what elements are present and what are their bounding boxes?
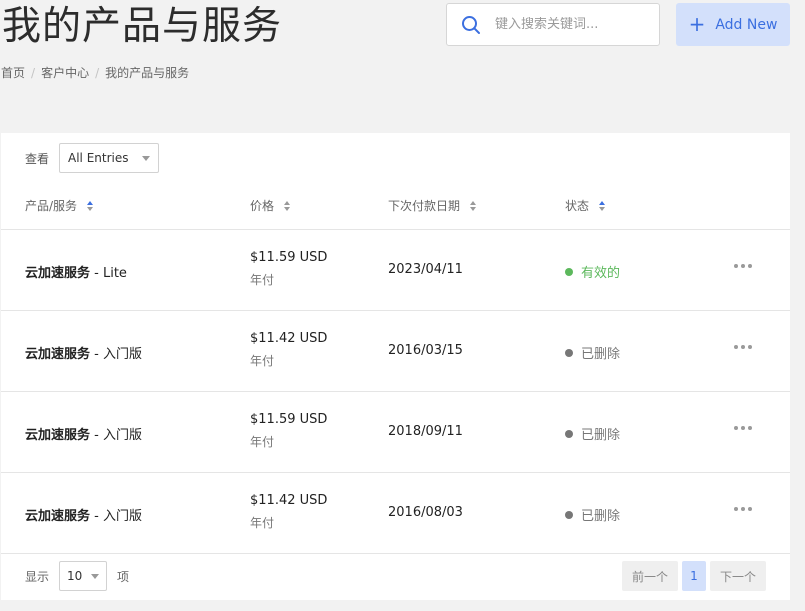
next-due-date: 2016/03/15 [388, 343, 463, 358]
column-header-label: 价格 [250, 199, 275, 213]
product-name-main: 云加速服务 [25, 509, 91, 524]
billing-cycle: 年付 [250, 273, 275, 287]
sort-icon [284, 200, 291, 211]
product-name: 云加速服务 - 入门版 [25, 343, 142, 362]
status-badge: 已删除 [565, 424, 620, 443]
search-icon [447, 15, 495, 35]
more-actions-icon[interactable] [734, 422, 752, 434]
breadcrumb-current: 我的产品与服务 [105, 66, 190, 80]
billing-cycle: 年付 [250, 516, 275, 530]
view-filter-label: 查看 [25, 151, 50, 166]
status-dot-icon [565, 429, 573, 438]
product-name-main: 云加速服务 [25, 428, 91, 443]
product-name-plan: - 入门版 [90, 428, 142, 443]
product-name-plan: - Lite [90, 266, 127, 281]
product-name: 云加速服务 - 入门版 [25, 424, 142, 443]
next-page-button[interactable]: 下一个 [710, 561, 766, 591]
product-name-main: 云加速服务 [25, 266, 91, 281]
column-header-next-due[interactable]: 下次付款日期 [388, 197, 477, 214]
more-actions-icon[interactable] [734, 341, 752, 353]
price-amount: $11.59 USD [250, 412, 328, 427]
status-label: 已删除 [581, 428, 621, 443]
price-cell: $11.42 USD 年付 [250, 331, 327, 369]
price-amount: $11.59 USD [250, 250, 328, 265]
column-header-label: 下次付款日期 [388, 199, 461, 213]
sort-icon [599, 200, 606, 211]
breadcrumb-home[interactable]: 首页 [1, 64, 25, 81]
status-label: 已删除 [581, 509, 621, 524]
product-name-plan: - 入门版 [90, 347, 142, 362]
sort-icon [470, 200, 477, 211]
product-name: 云加速服务 - Lite [25, 262, 127, 281]
billing-cycle: 年付 [250, 354, 275, 368]
caret-down-icon [91, 573, 100, 579]
page-title: 我的产品与服务 [2, 4, 283, 49]
products-card: 查看 All Entries 产品/服务 价格 下次付款日期 状态 云加速服务 … [1, 133, 790, 600]
breadcrumb-client-area[interactable]: 客户中心 [41, 64, 89, 81]
status-dot-icon [565, 267, 573, 276]
search-box[interactable] [446, 3, 660, 46]
price-cell: $11.59 USD 年付 [250, 250, 327, 288]
more-actions-icon[interactable] [734, 503, 752, 515]
price-amount: $11.42 USD [250, 493, 328, 508]
status-dot-icon [565, 510, 573, 519]
page-size-select[interactable]: 10 [59, 561, 108, 591]
product-name-plan: - 入门版 [90, 509, 142, 524]
price-cell: $11.42 USD 年付 [250, 493, 327, 531]
table-row[interactable]: 云加速服务 - Lite $11.59 USD 年付 2023/04/11 有效的 [1, 230, 790, 311]
breadcrumb: 首页 / 客户中心 / 我的产品与服务 [1, 64, 189, 81]
caret-down-icon [142, 155, 151, 161]
table-footer: 显示 10 项 前一个 1 下一个 [1, 561, 790, 601]
status-label: 已删除 [581, 347, 621, 362]
previous-page-button[interactable]: 前一个 [622, 561, 678, 591]
search-input[interactable] [495, 17, 645, 32]
sort-icon [87, 200, 94, 211]
status-badge: 已删除 [565, 505, 620, 524]
price-amount: $11.42 USD [250, 331, 328, 346]
view-filter-select[interactable]: All Entries [59, 143, 160, 173]
column-header-product[interactable]: 产品/服务 [25, 197, 94, 214]
status-badge: 有效的 [565, 262, 620, 281]
page-size-control: 显示 10 项 [25, 561, 129, 591]
status-label: 有效的 [581, 266, 621, 281]
next-due-date: 2016/08/03 [388, 505, 463, 520]
price-cell: $11.59 USD 年付 [250, 412, 327, 450]
page-1-button[interactable]: 1 [682, 561, 706, 591]
add-new-label: Add New [715, 16, 778, 33]
column-header-price[interactable]: 价格 [250, 197, 291, 214]
column-header-label: 状态 [565, 199, 590, 213]
view-filter: 查看 All Entries [25, 143, 160, 173]
column-header-label: 产品/服务 [25, 199, 78, 213]
add-new-button[interactable]: + Add New [676, 3, 790, 46]
table-row[interactable]: 云加速服务 - 入门版 $11.59 USD 年付 2018/09/11 已删除 [1, 392, 790, 473]
plus-icon: + [688, 11, 706, 36]
status-dot-icon [565, 348, 573, 357]
table-row[interactable]: 云加速服务 - 入门版 $11.42 USD 年付 2016/08/03 已删除 [1, 473, 790, 554]
table-row[interactable]: 云加速服务 - 入门版 $11.42 USD 年付 2016/03/15 已删除 [1, 311, 790, 392]
breadcrumb-separator: / [95, 65, 100, 80]
pagination: 前一个 1 下一个 [622, 561, 766, 591]
table-header: 产品/服务 价格 下次付款日期 状态 [1, 188, 790, 230]
status-badge: 已删除 [565, 343, 620, 362]
product-name-main: 云加速服务 [25, 347, 91, 362]
page-size-value: 10 [67, 569, 83, 583]
show-label: 显示 [25, 569, 50, 584]
next-due-date: 2023/04/11 [388, 262, 463, 277]
view-filter-value: All Entries [68, 151, 129, 165]
more-actions-icon[interactable] [734, 260, 752, 272]
breadcrumb-separator: / [31, 65, 36, 80]
column-header-status[interactable]: 状态 [565, 197, 606, 214]
items-label: 项 [117, 569, 130, 584]
product-name: 云加速服务 - 入门版 [25, 505, 142, 524]
next-due-date: 2018/09/11 [388, 424, 463, 439]
billing-cycle: 年付 [250, 435, 275, 449]
